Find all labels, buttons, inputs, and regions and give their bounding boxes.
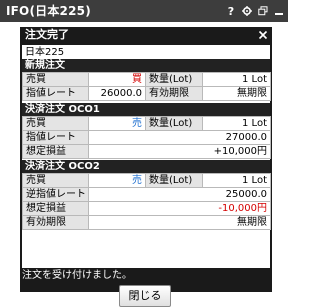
gear-icon[interactable] — [242, 4, 252, 18]
side-label: 売買 — [22, 173, 89, 188]
limit-price-label: 指値レート — [22, 130, 89, 145]
quantity-label: 数量(Lot) — [145, 72, 203, 87]
limit-price-value: 26000.0 — [88, 86, 146, 101]
new-order-heading: 新規注文 — [22, 59, 270, 72]
expected-pl-label: 想定損益 — [22, 201, 89, 216]
instrument-symbol: 日本225 — [25, 47, 65, 58]
oco1-heading: 決済注文 OCO1 — [22, 103, 270, 116]
window-title: IFO(日本225) — [6, 4, 91, 18]
side-value: 売 — [88, 116, 146, 131]
quantity-label: 数量(Lot) — [145, 116, 203, 131]
quantity-value: 1 Lot — [202, 116, 271, 131]
expected-pl-value: -10,000円 — [88, 201, 271, 216]
dialog-title: 注文完了 — [25, 28, 69, 41]
expiry-value: 無期限 — [88, 215, 271, 230]
expiry-value: 無期限 — [202, 86, 271, 101]
stop-price-label: 逆指値レート — [22, 187, 89, 202]
quantity-value: 1 Lot — [202, 72, 271, 87]
quantity-value: 1 Lot — [202, 173, 271, 188]
help-icon[interactable]: ? — [226, 4, 236, 18]
minimize-window-icon[interactable] — [274, 4, 284, 18]
expiry-label: 有効期限 — [145, 86, 203, 101]
table-row: 売買 売 数量(Lot) 1 Lot — [22, 116, 271, 131]
stop-price-value: 25000.0 — [88, 187, 271, 202]
restore-window-icon[interactable] — [258, 4, 268, 18]
close-button[interactable]: 閉じる — [119, 285, 171, 307]
table-row: 逆指値レート 25000.0 — [22, 187, 271, 202]
limit-price-value: 27000.0 — [88, 130, 271, 145]
new-order-table: 売買 買 数量(Lot) 1 Lot 指値レート 26000.0 有効期限 無期… — [22, 72, 271, 101]
table-row: 有効期限 無期限 — [22, 215, 271, 230]
close-icon[interactable] — [258, 30, 268, 40]
oco2-heading: 決済注文 OCO2 — [22, 160, 270, 173]
expiry-label: 有効期限 — [22, 215, 89, 230]
table-row: 売買 買 数量(Lot) 1 Lot — [22, 72, 271, 87]
order-complete-dialog: 注文完了 日本225 新規注文 売買 買 数量(Lot) 1 Lot 指値レート — [20, 27, 272, 307]
side-label: 売買 — [22, 72, 89, 87]
expected-pl-label: 想定損益 — [22, 144, 89, 159]
quantity-label: 数量(Lot) — [145, 173, 203, 188]
side-value: 売 — [88, 173, 146, 188]
window-titlebar: IFO(日本225) ? — [0, 0, 288, 22]
window-controls: ? — [226, 3, 284, 19]
table-row: 想定損益 +10,000円 — [22, 144, 271, 159]
side-label: 売買 — [22, 116, 89, 131]
oco1-table: 売買 売 数量(Lot) 1 Lot 指値レート 27000.0 想定損益 +1… — [22, 116, 271, 159]
table-row: 指値レート 27000.0 — [22, 130, 271, 145]
confirmation-message: 注文を受け付けました。 — [22, 270, 132, 281]
table-row: 指値レート 26000.0 有効期限 無期限 — [22, 86, 271, 101]
limit-price-label: 指値レート — [22, 86, 89, 101]
table-row: 想定損益 -10,000円 — [22, 201, 271, 216]
side-value: 買 — [88, 72, 146, 87]
order-window: IFO(日本225) ? 注文完了 日本225 新規注文 売買 買 数量(Lot… — [0, 0, 288, 307]
table-row: 売買 売 数量(Lot) 1 Lot — [22, 173, 271, 188]
oco2-table: 売買 売 数量(Lot) 1 Lot 逆指値レート 25000.0 想定損益 -… — [22, 173, 271, 230]
expected-pl-value: +10,000円 — [88, 144, 271, 159]
dialog-header: 注文完了 — [20, 27, 272, 43]
order-details: 日本225 新規注文 売買 買 数量(Lot) 1 Lot 指値レート 2600… — [22, 45, 271, 268]
